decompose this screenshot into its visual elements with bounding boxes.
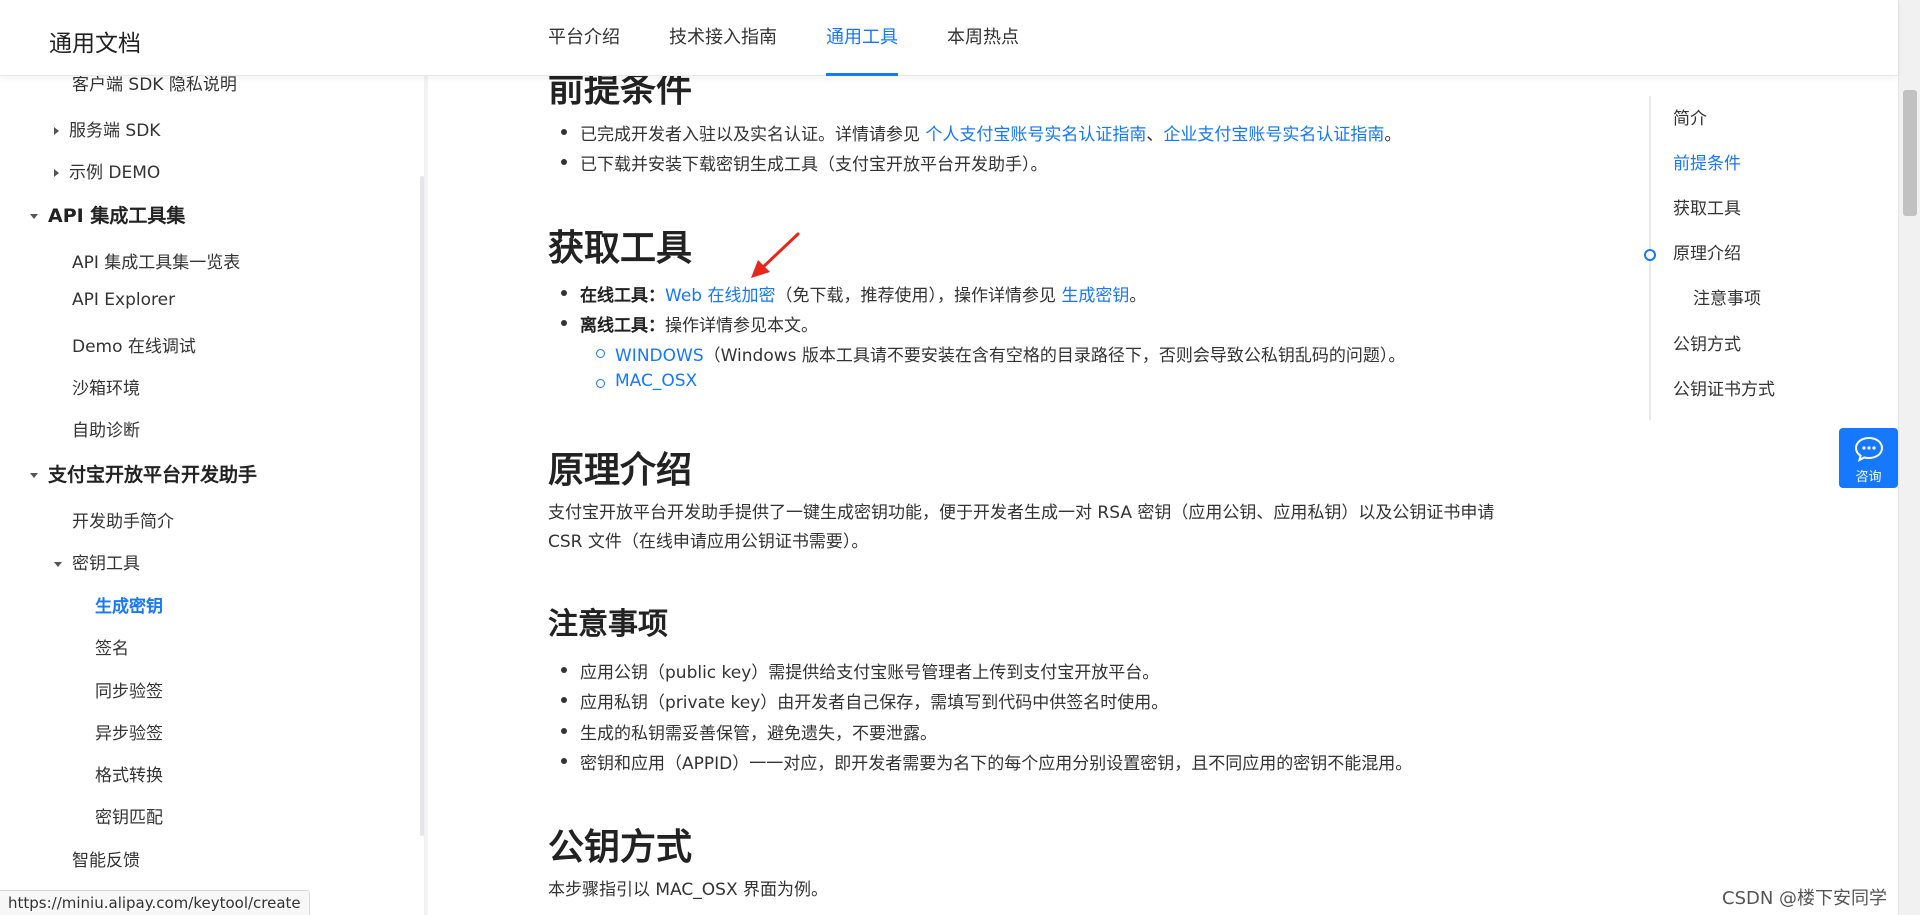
toc-item-tools[interactable]: 获取工具 [1673,194,1741,219]
sidebar-item-self-diagnosis[interactable]: 自助诊断 [72,416,140,441]
principle-text: 支付宝开放平台开发助手提供了一键生成密钥功能，便于开发者生成一对 RSA 密钥（… [548,503,1495,552]
list-item: MAC_OSX [595,371,697,391]
sidebar-item-generate-key[interactable]: 生成密钥 [95,592,163,617]
link-mac-osx[interactable]: MAC_OSX [615,371,697,391]
sidebar-item-format-convert[interactable]: 格式转换 [95,761,163,786]
sidebar-item-label: 开发助手简介 [72,512,174,532]
toc-item-pubkey-cert[interactable]: 公钥证书方式 [1673,375,1775,400]
list-item: 生成的私钥需妥善保管，避免遗失，不要泄露。 [561,719,937,744]
nav-platform-intro[interactable]: 平台介绍 [548,0,620,76]
top-header: 通用文档 平台介绍 技术接入指南 通用工具 本周热点 [0,0,1898,76]
sidebar-item-server-sdk[interactable]: 服务端 SDK [54,116,160,141]
sidebar-group-label: 支付宝开放平台开发助手 [48,464,258,486]
sidebar-group-dev-assistant[interactable]: 支付宝开放平台开发助手 [30,460,257,487]
toc-item-principle[interactable]: 原理介绍 [1673,239,1741,264]
sidebar-item-assistant-intro[interactable]: 开发助手简介 [72,507,174,532]
sidebar-group-label: API 集成工具集 [48,205,186,227]
sidebar-item-label: 自助诊断 [72,421,140,441]
section-title-principle: 原理介绍 [548,450,693,491]
watermark: CSDN @楼下安同学 [1722,888,1888,909]
toc-item-pubkey[interactable]: 公钥方式 [1673,330,1741,355]
sidebar: 客户端 SDK 隐私说明 服务端 SDK 示例 DEMO API 集成工具集 A… [0,76,424,915]
sidebar-divider [424,76,428,915]
section-title-prereq: 前提条件 [548,76,693,110]
sidebar-item-label: 智能反馈 [72,851,140,871]
sidebar-item-sandbox[interactable]: 沙箱环境 [72,374,140,399]
link-enterprise-auth[interactable]: 企业支付宝账号实名认证指南 [1163,125,1384,145]
top-nav: 平台介绍 技术接入指南 通用工具 本周热点 [548,0,1068,76]
sidebar-item-async-verify[interactable]: 异步验签 [95,719,163,744]
list-item: 离线工具：操作详情参见本文。 [561,311,818,336]
sidebar-item-label: 生成密钥 [95,597,163,617]
sidebar-item-label: Demo 在线调试 [72,337,196,357]
sidebar-item-api-tools-list[interactable]: API 集成工具集一览表 [72,248,240,273]
table-of-contents: 简介 前提条件 获取工具 原理介绍 注意事项 公钥方式 公钥证书方式 [1644,96,1829,420]
toc-active-marker [1644,249,1656,261]
list-item: WINDOWS（Windows 版本工具请不要安装在含有空格的目录路径下，否则会… [595,341,1405,366]
caret-right-icon [54,127,59,135]
sidebar-item-label: 沙箱环境 [72,379,140,399]
sidebar-item-label: API 集成工具集一览表 [72,253,241,273]
caret-down-icon [30,473,38,478]
sidebar-item-key-match[interactable]: 密钥匹配 [95,803,163,828]
consult-label: 咨询 [1855,470,1882,485]
sidebar-item-label: 格式转换 [95,766,163,786]
pubkey-text: 本步骤指引以 MAC_OSX 界面为例。 [548,880,828,900]
sidebar-item-demo[interactable]: 示例 DEMO [54,158,160,183]
toc-item-intro[interactable]: 简介 [1673,104,1707,129]
sidebar-item-label: API Explorer [72,290,176,310]
main-content: 前提条件 已完成开发者入驻以及实名认证。详情请参见 个人支付宝账号实名认证指南、… [548,76,1548,915]
sidebar-item-label: 签名 [95,639,129,659]
sidebar-item-label: 异步验签 [95,724,163,744]
page-scrollbar-thumb[interactable] [1903,90,1917,216]
sidebar-item-label: 密钥工具 [72,554,140,574]
sidebar-item-feedback[interactable]: 智能反馈 [72,846,140,871]
nav-tech-guide[interactable]: 技术接入指南 [669,0,777,76]
sidebar-item-label: 示例 DEMO [69,163,161,183]
list-item: 密钥和应用（APPID）一一对应，即开发者需要为名下的每个应用分别设置密钥，且不… [560,749,1412,774]
caret-down-icon [54,561,62,567]
nav-weekly-hot[interactable]: 本周热点 [947,0,1019,76]
sidebar-item-label: 客户端 SDK 隐私说明 [72,76,237,95]
sidebar-item-label: 同步验签 [95,682,163,702]
section-title-tools: 获取工具 [548,228,693,269]
sidebar-item-client-sdk-privacy[interactable]: 客户端 SDK 隐私说明 [72,76,237,95]
sidebar-group-api-tools[interactable]: API 集成工具集 [30,201,185,228]
annotation-arrow-icon [751,232,800,278]
link-personal-auth[interactable]: 个人支付宝账号实名认证指南 [925,125,1146,145]
consult-button[interactable]: 咨询 [1839,428,1898,488]
caret-down-icon [30,214,38,219]
list-item: 在线工具：Web 在线加密（免下载，推荐使用），操作详情参见 生成密钥。 [560,281,1146,306]
sidebar-item-sync-verify[interactable]: 同步验签 [95,677,163,702]
sidebar-item-key-tool[interactable]: 密钥工具 [54,549,140,574]
nav-common-tools[interactable]: 通用工具 [826,0,898,76]
list-item: 应用私钥（private key）由开发者自己保存，需填写到代码中供签名时使用。 [560,688,1168,713]
list-item: 应用公钥（public key）需提供给支付宝账号管理者上传到支付宝开放平台。 [560,658,1159,683]
status-bar-url: https://miniu.alipay.com/keytool/create [0,890,310,915]
list-item: 已完成开发者入驻以及实名认证。详情请参见 个人支付宝账号实名认证指南、企业支付宝… [560,120,1401,145]
chat-icon [1854,436,1884,462]
sidebar-item-label: 服务端 SDK [69,121,161,141]
section-title-pubkey: 公钥方式 [548,827,693,868]
sidebar-item-api-explorer[interactable]: API Explorer [72,290,175,310]
page-scrollbar[interactable] [1898,0,1920,915]
link-web-encrypt[interactable]: Web 在线加密 [665,286,775,306]
section-title-notes: 注意事项 [548,607,668,642]
sidebar-item-label: 密钥匹配 [95,808,163,828]
toc-item-prereq[interactable]: 前提条件 [1673,149,1741,174]
sidebar-item-demo-online-debug[interactable]: Demo 在线调试 [72,332,196,357]
caret-right-icon [54,169,59,177]
link-generate-key[interactable]: 生成密钥 [1061,286,1129,306]
link-windows[interactable]: WINDOWS [615,346,704,366]
list-item: 已下载并安装下载密钥生成工具（支付宝开放平台开发助手）。 [561,150,1048,175]
sidebar-item-sign[interactable]: 签名 [95,634,129,659]
brand-title[interactable]: 通用文档 [49,24,141,58]
toc-item-notes[interactable]: 注意事项 [1693,284,1761,309]
